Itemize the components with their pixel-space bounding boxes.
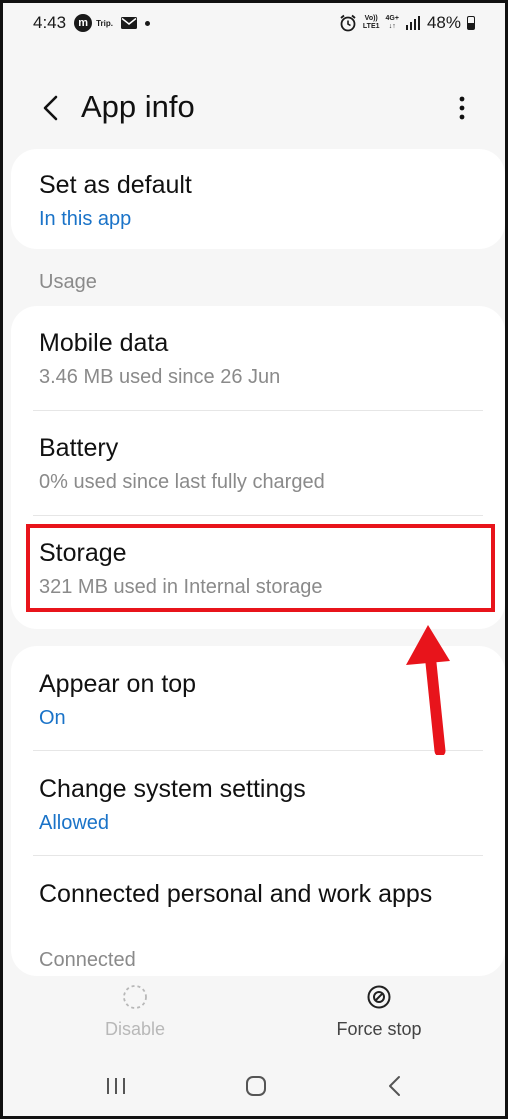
- red-arrow-annotation: [406, 625, 450, 755]
- more-notifications-dot: [144, 20, 150, 26]
- appear-on-top-title: Appear on top: [39, 670, 197, 698]
- more-options-icon[interactable]: [457, 95, 467, 121]
- nav-back-icon[interactable]: [383, 1073, 409, 1099]
- disable-button[interactable]: Disable: [55, 983, 215, 1040]
- status-right: Vo)) LTE1 4G+ ↓↑ 48%: [339, 13, 475, 33]
- battery-icon: [467, 16, 475, 30]
- battery-title: Battery: [39, 434, 119, 462]
- mobile-data-subtitle: 3.46 MB used since 26 Jun: [39, 366, 281, 388]
- alarm-icon: [340, 14, 356, 32]
- connected-apps-subtitle: Connected: [39, 949, 136, 971]
- force-stop-button[interactable]: Force stop: [299, 983, 459, 1040]
- disable-label: Disable: [104, 1019, 166, 1039]
- network-type-label: 4G+: [385, 15, 399, 22]
- home-icon[interactable]: [243, 1073, 269, 1099]
- volte-bottom-label: LTE1: [362, 23, 380, 30]
- status-left: 4:43 m Trip.: [33, 13, 150, 33]
- m-notification-icon: m: [74, 14, 93, 32]
- battery-row[interactable]: Battery 0% used since last fully charged: [11, 411, 505, 515]
- connected-apps-row[interactable]: Connected personal and work apps Connect…: [11, 856, 505, 976]
- set-as-default-card[interactable]: Set as default In this app: [11, 149, 505, 249]
- force-stop-label: Force stop: [336, 1019, 422, 1039]
- bottom-action-bar: Disable Force stop: [3, 983, 505, 1053]
- data-arrows-icon: ↓↑: [388, 23, 396, 30]
- change-system-settings-title: Change system settings: [39, 775, 306, 803]
- back-arrow-icon[interactable]: [39, 93, 63, 123]
- set-as-default-subtitle: In this app: [39, 208, 132, 230]
- page-title: App info: [81, 89, 195, 124]
- status-bar: 4:43 m Trip. Vo)) LTE1 4G+ ↓↑ 48%: [3, 3, 505, 47]
- disable-icon: [123, 985, 147, 1009]
- volte-indicator: Vo)) LTE1: [363, 15, 380, 31]
- battery-subtitle: 0% used since last fully charged: [39, 471, 325, 493]
- storage-row[interactable]: Storage 321 MB used in Internal storage: [11, 516, 505, 620]
- usage-card: Mobile data 3.46 MB used since 26 Jun Ba…: [11, 306, 505, 629]
- trip-notification-label: Trip.: [96, 18, 113, 28]
- force-stop-icon: [367, 985, 391, 1009]
- status-time: 4:43: [33, 13, 67, 32]
- storage-subtitle: 321 MB used in Internal storage: [39, 576, 323, 598]
- change-system-settings-row[interactable]: Change system settings Allowed: [11, 751, 505, 855]
- set-as-default-title: Set as default: [39, 171, 192, 199]
- mobile-data-title: Mobile data: [39, 329, 169, 357]
- screen-frame: 4:43 m Trip. Vo)) LTE1 4G+ ↓↑ 48% App in…: [0, 0, 508, 1119]
- mobile-data-row[interactable]: Mobile data 3.46 MB used since 26 Jun: [11, 306, 505, 410]
- change-system-settings-subtitle: Allowed: [39, 812, 110, 834]
- mail-icon: [120, 17, 137, 29]
- signal-icon: [405, 16, 420, 30]
- recent-apps-icon[interactable]: [103, 1073, 129, 1099]
- app-bar: App info: [3, 79, 505, 139]
- battery-fill: [468, 23, 474, 29]
- usage-section-label: Usage: [39, 271, 97, 293]
- navigation-bar: [3, 1063, 505, 1109]
- connected-apps-title: Connected personal and work apps: [39, 880, 433, 908]
- battery-percent: 48%: [426, 13, 461, 32]
- storage-title: Storage: [39, 539, 127, 567]
- volte-top-label: Vo)): [364, 15, 378, 22]
- network-indicator: 4G+ ↓↑: [386, 15, 399, 31]
- appear-on-top-subtitle: On: [39, 707, 66, 729]
